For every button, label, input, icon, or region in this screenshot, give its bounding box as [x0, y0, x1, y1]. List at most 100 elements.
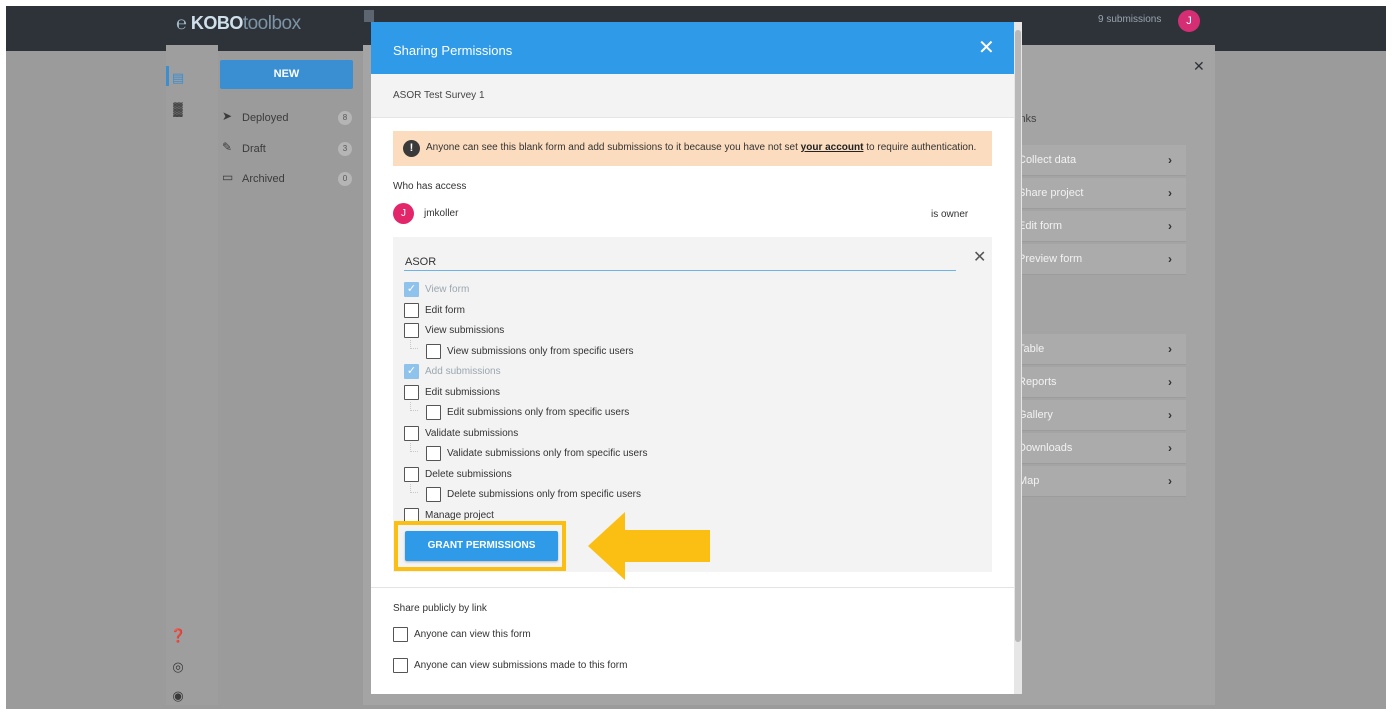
- divider: [371, 587, 1014, 588]
- link-table[interactable]: Table ›: [1008, 334, 1186, 365]
- form-title: ASOR Test Survey 1: [393, 90, 485, 101]
- new-button[interactable]: NEW: [220, 60, 353, 89]
- sidebar-item-archived[interactable]: ▭ Archived 0: [222, 170, 352, 188]
- sidebar-item-draft[interactable]: ✎ Draft 3: [222, 140, 352, 158]
- perm-label: Edit form: [425, 305, 466, 316]
- perm-label: Delete submissions: [425, 469, 512, 480]
- modal-title: Sharing Permissions: [393, 43, 513, 58]
- chevron-right-icon: ›: [1168, 408, 1172, 422]
- logo-toolbox-text: toolbox: [242, 13, 301, 34]
- sidebar-item-label: Deployed: [242, 112, 289, 124]
- user-avatar[interactable]: J: [1178, 10, 1200, 32]
- deployed-icon: ➤: [222, 109, 233, 123]
- perm-label: Manage project: [425, 510, 494, 521]
- owner-role: is owner: [931, 209, 969, 220]
- sidebar-item-label: Draft: [242, 143, 266, 155]
- draft-icon: ✎: [222, 140, 233, 154]
- link-label: Preview form: [1018, 253, 1083, 265]
- github-icon[interactable]: ◉: [170, 688, 186, 704]
- form-title-bar: ASOR Test Survey 1: [371, 74, 1014, 118]
- link-preview-form[interactable]: Preview form ›: [1008, 244, 1186, 275]
- help-icon[interactable]: ❓: [170, 628, 186, 644]
- your-account-link[interactable]: your account: [801, 142, 864, 153]
- sidebar-item-count: 3: [338, 142, 352, 156]
- link-label: Reports: [1018, 376, 1057, 388]
- link-collect-data[interactable]: Collect data ›: [1008, 145, 1186, 176]
- project-close-icon[interactable]: ✕: [1193, 58, 1205, 75]
- tree-connector: [410, 443, 418, 452]
- sidebar-item-deployed[interactable]: ➤ Deployed 8: [222, 109, 352, 127]
- clear-icon[interactable]: ✕: [973, 247, 986, 267]
- rail-active-indicator: [166, 66, 169, 86]
- checkbox-checked[interactable]: ✓: [404, 364, 419, 379]
- checkbox[interactable]: [404, 385, 419, 400]
- grant-permissions-button[interactable]: GRANT PERMISSIONS: [405, 531, 558, 561]
- chevron-right-icon: ›: [1168, 342, 1172, 356]
- close-icon[interactable]: ✕: [978, 35, 995, 60]
- link-edit-form[interactable]: Edit form ›: [1008, 211, 1186, 242]
- link-gallery[interactable]: Gallery ›: [1008, 400, 1186, 431]
- perm-label: Edit submissions: [425, 387, 501, 398]
- username-input[interactable]: [404, 248, 956, 271]
- checkbox[interactable]: [404, 467, 419, 482]
- who-has-access-label: Who has access: [393, 181, 467, 192]
- checkbox[interactable]: [393, 627, 408, 642]
- checkbox[interactable]: [404, 303, 419, 318]
- modal-scrollbar[interactable]: [1014, 22, 1022, 694]
- chevron-right-icon: ›: [1168, 186, 1172, 200]
- perm-label: Delete submissions only from specific us…: [447, 489, 641, 500]
- perm-label: Validate submissions: [425, 428, 519, 439]
- checkbox[interactable]: [426, 344, 441, 359]
- chevron-right-icon: ›: [1168, 441, 1172, 455]
- sidebar-item-label: Archived: [242, 173, 285, 185]
- chevron-right-icon: ›: [1168, 219, 1172, 233]
- document-icon: [364, 10, 374, 22]
- perm-label: Edit submissions only from specific user…: [447, 407, 630, 418]
- share-publicly-heading: Share publicly by link: [393, 603, 487, 614]
- checkbox-checked[interactable]: ✓: [404, 282, 419, 297]
- chevron-right-icon: ›: [1168, 474, 1172, 488]
- link-map[interactable]: Map ›: [1008, 466, 1186, 497]
- tree-connector: [410, 484, 418, 493]
- checkbox[interactable]: [426, 487, 441, 502]
- scrollbar-thumb[interactable]: [1015, 30, 1021, 642]
- logo-kobo-text: KOBO: [190, 13, 244, 33]
- link-label: Collect data: [1018, 154, 1077, 166]
- auth-warning-banner: ! Anyone can see this blank form and add…: [393, 131, 992, 166]
- kobo-logo[interactable]: ℮ KOBOtoolbox: [176, 13, 301, 35]
- chevron-right-icon: ›: [1168, 375, 1172, 389]
- link-label: Share project: [1018, 187, 1084, 199]
- library-icon[interactable]: ▓: [170, 101, 186, 117]
- annotation-arrow-icon: [588, 512, 710, 580]
- submissions-count: 9 submissions: [1098, 14, 1162, 25]
- link-reports[interactable]: Reports ›: [1008, 367, 1186, 398]
- checkbox[interactable]: [393, 658, 408, 673]
- settings-icon[interactable]: ◎: [170, 659, 186, 675]
- link-label: Downloads: [1018, 442, 1073, 454]
- tree-connector: [410, 402, 418, 411]
- public-option-label: Anyone can view this form: [414, 629, 531, 640]
- tree-connector: [410, 340, 418, 349]
- forms-icon[interactable]: ▤: [170, 70, 186, 86]
- modal-header: Sharing Permissions ✕: [371, 22, 1014, 74]
- checkbox[interactable]: [426, 405, 441, 420]
- checkbox[interactable]: [404, 323, 419, 338]
- owner-avatar: J: [393, 203, 414, 224]
- sidebar-item-count: 0: [338, 172, 352, 186]
- link-downloads[interactable]: Downloads ›: [1008, 433, 1186, 464]
- perm-label: Add submissions: [425, 366, 501, 377]
- perm-label: View form: [425, 284, 470, 295]
- sharing-permissions-modal: Sharing Permissions ✕ ASOR Test Survey 1…: [371, 22, 1022, 694]
- link-label: Edit form: [1018, 220, 1063, 232]
- checkbox[interactable]: [426, 446, 441, 461]
- owner-username: jmkoller: [424, 208, 459, 219]
- logo-glyph-icon: ℮: [176, 13, 187, 33]
- perm-label: View submissions only from specific user…: [447, 346, 634, 357]
- side-rail: [166, 45, 218, 705]
- link-share-project[interactable]: Share project ›: [1008, 178, 1186, 209]
- checkbox[interactable]: [404, 426, 419, 441]
- archived-icon: ▭: [222, 170, 234, 184]
- sidebar-item-count: 8: [338, 111, 352, 125]
- perm-label: View submissions: [425, 325, 505, 336]
- warning-text-before: Anyone can see this blank form and add s…: [426, 142, 801, 153]
